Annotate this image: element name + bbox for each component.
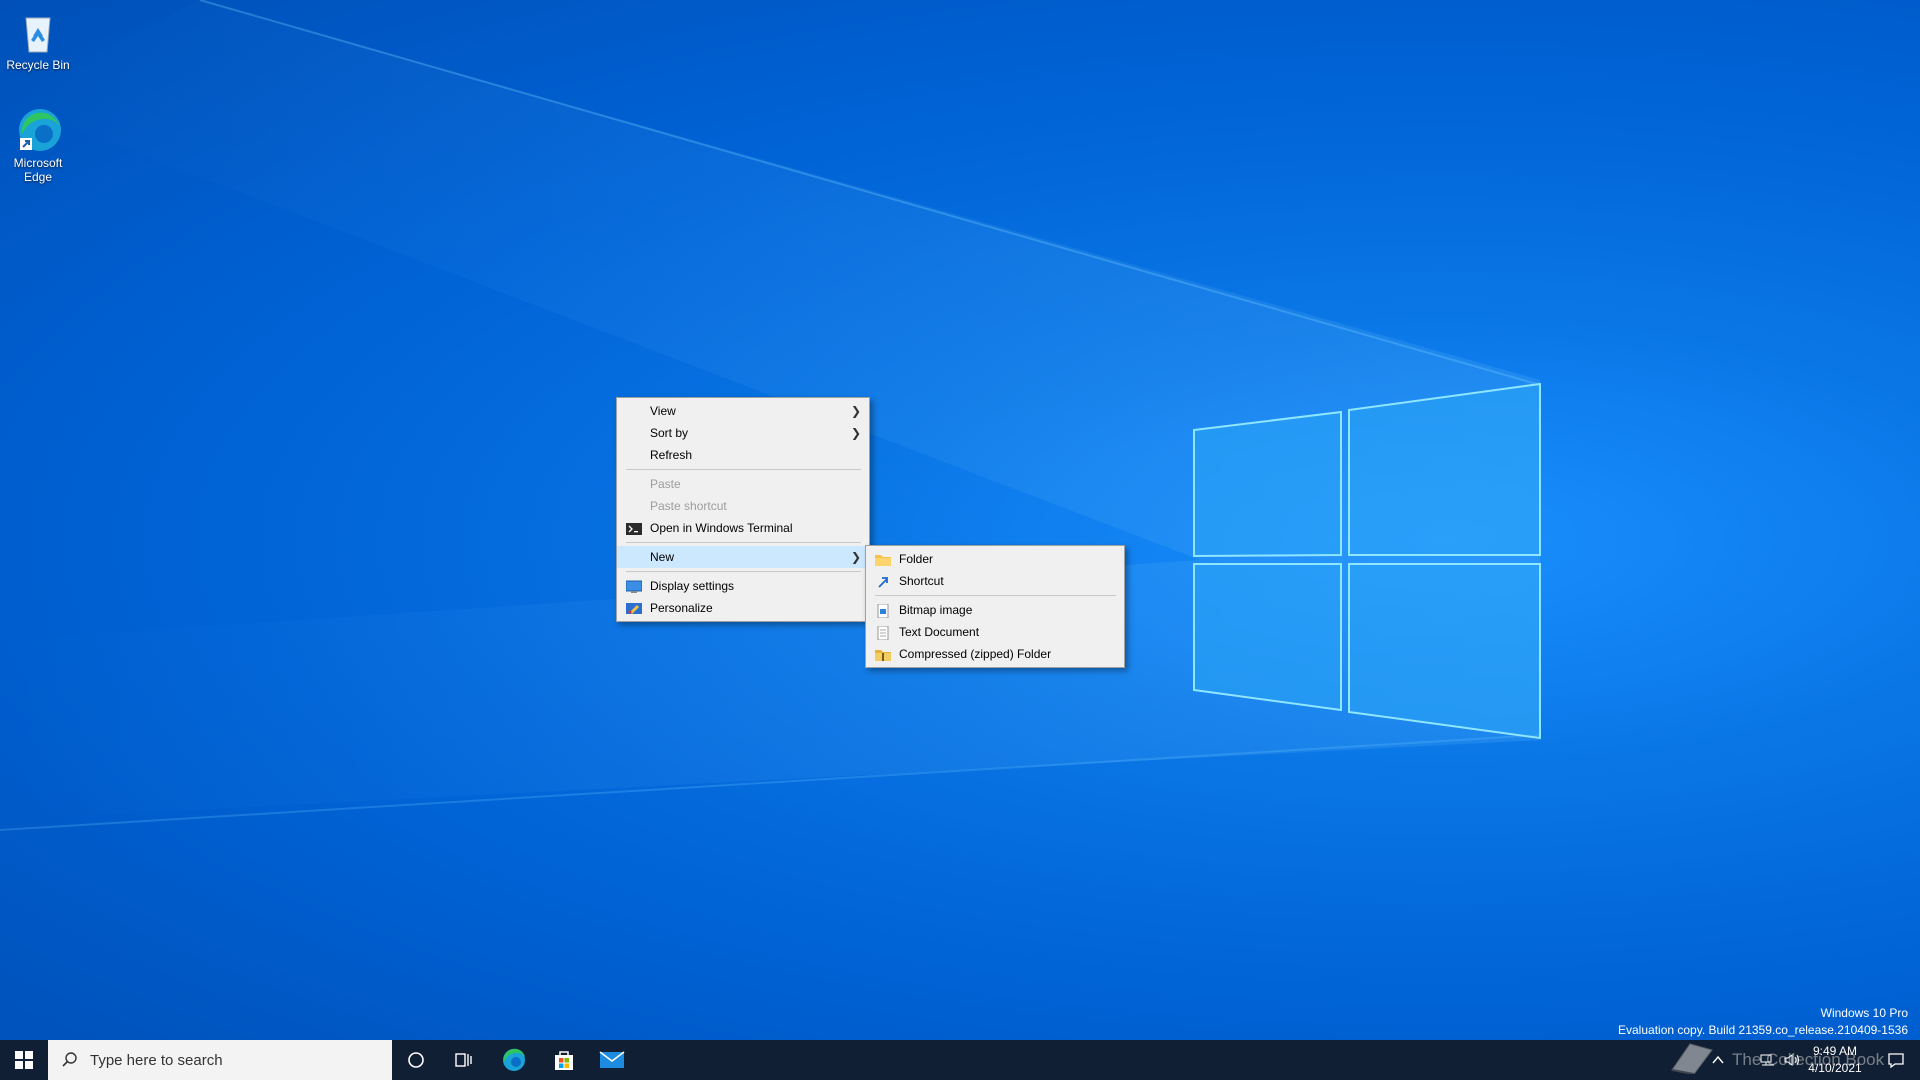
menu-item-new[interactable]: New ❯ — [617, 546, 869, 568]
display-icon — [625, 579, 643, 593]
menu-item-label: Text Document — [899, 625, 980, 639]
task-view-button[interactable] — [440, 1040, 488, 1080]
windows-logo-wallpaper — [1193, 382, 1541, 740]
task-view-icon — [455, 1053, 472, 1067]
zip-folder-icon — [875, 647, 891, 661]
menu-item-display-settings[interactable]: Display settings — [617, 575, 869, 597]
menu-item-label: Compressed (zipped) Folder — [899, 647, 1052, 661]
evaluation-watermark: Windows 10 Pro Evaluation copy. Build 21… — [1618, 1006, 1908, 1037]
menu-item-label: Refresh — [650, 448, 693, 462]
desktop-context-menu: View ❯ Sort by ❯ Refresh Paste Paste sho… — [616, 397, 870, 622]
menu-item-label: Personalize — [650, 601, 713, 615]
menu-item-label: Shortcut — [899, 574, 944, 588]
recycle-bin-icon — [14, 8, 62, 56]
store-icon — [555, 1051, 573, 1070]
search-icon — [62, 1052, 77, 1067]
submenu-item-shortcut[interactable]: Shortcut — [866, 570, 1124, 592]
windows-start-icon — [15, 1051, 33, 1069]
desktop-icon-label: Recycle Bin — [6, 58, 70, 72]
tray-network-icon[interactable] — [1756, 1040, 1780, 1080]
menu-item-label: View — [650, 404, 676, 418]
new-submenu: Folder Shortcut Bitmap image Text Docume… — [865, 545, 1125, 668]
taskbar-search-box[interactable]: Type here to search — [48, 1040, 392, 1080]
menu-item-label: Open in Windows Terminal — [650, 521, 793, 535]
menu-separator — [626, 542, 861, 543]
search-placeholder: Type here to search — [90, 1051, 223, 1069]
menu-item-sort-by[interactable]: Sort by ❯ — [617, 422, 869, 444]
clock-date: 4/10/2021 — [1808, 1061, 1862, 1075]
menu-item-label: Sort by — [650, 426, 689, 440]
notification-icon — [1888, 1053, 1904, 1068]
chevron-right-icon: ❯ — [850, 426, 861, 440]
watermark-build: Evaluation copy. Build 21359.co_release.… — [1618, 1023, 1908, 1037]
terminal-icon — [626, 521, 642, 535]
wallpaper — [0, 0, 1541, 831]
bitmap-icon — [875, 603, 891, 619]
folder-icon — [875, 552, 891, 566]
shortcut-icon — [875, 574, 891, 588]
edge-icon — [14, 106, 62, 154]
taskbar-store-button[interactable] — [540, 1040, 588, 1080]
cortana-button[interactable] — [392, 1040, 440, 1080]
submenu-item-bitmap-image[interactable]: Bitmap image — [866, 599, 1124, 621]
text-document-icon — [875, 625, 891, 641]
desktop-icon-microsoft-edge[interactable]: Microsoft Edge — [0, 106, 76, 184]
menu-item-paste-shortcut[interactable]: Paste shortcut — [617, 495, 869, 517]
menu-item-view[interactable]: View ❯ — [617, 400, 869, 422]
clock-time: 9:49 AM — [1812, 1044, 1858, 1058]
menu-separator — [626, 571, 861, 572]
menu-item-label: Bitmap image — [899, 603, 973, 617]
menu-item-label: Paste shortcut — [650, 499, 727, 513]
submenu-item-compressed-folder[interactable]: Compressed (zipped) Folder — [866, 643, 1124, 665]
submenu-item-text-document[interactable]: Text Document — [866, 621, 1124, 643]
tray-chevron-up-icon[interactable] — [1706, 1040, 1730, 1080]
chevron-right-icon: ❯ — [850, 550, 861, 564]
action-center-button[interactable] — [1872, 1040, 1920, 1080]
menu-item-paste[interactable]: Paste — [617, 473, 869, 495]
menu-separator — [875, 595, 1116, 596]
desktop-icon-label: Microsoft Edge — [13, 156, 63, 184]
taskbar: Type here to search The Collection Book … — [0, 1040, 1920, 1080]
menu-item-label: Folder — [899, 552, 934, 566]
desktop-icon-recycle-bin[interactable]: Recycle Bin — [0, 8, 76, 72]
taskbar-mail-button[interactable] — [588, 1040, 636, 1080]
menu-item-refresh[interactable]: Refresh — [617, 444, 869, 466]
edge-icon — [503, 1048, 525, 1071]
menu-item-personalize[interactable]: Personalize — [617, 597, 869, 619]
chevron-right-icon: ❯ — [850, 404, 861, 418]
menu-item-label: New — [650, 550, 675, 564]
mail-icon — [599, 1051, 625, 1068]
menu-item-label: Display settings — [650, 579, 735, 593]
watermark-edition: Windows 10 Pro — [1820, 1006, 1908, 1020]
submenu-item-folder[interactable]: Folder — [866, 548, 1124, 570]
taskbar-edge-button[interactable] — [490, 1040, 538, 1080]
menu-item-label: Paste — [650, 477, 681, 491]
menu-separator — [626, 469, 861, 470]
cortana-circle-icon — [408, 1052, 424, 1068]
start-button[interactable] — [0, 1040, 48, 1080]
taskbar-clock[interactable]: 9:49 AM 4/10/2021 — [1800, 1044, 1870, 1075]
personalize-icon — [626, 601, 642, 615]
menu-item-open-terminal[interactable]: Open in Windows Terminal — [617, 517, 869, 539]
